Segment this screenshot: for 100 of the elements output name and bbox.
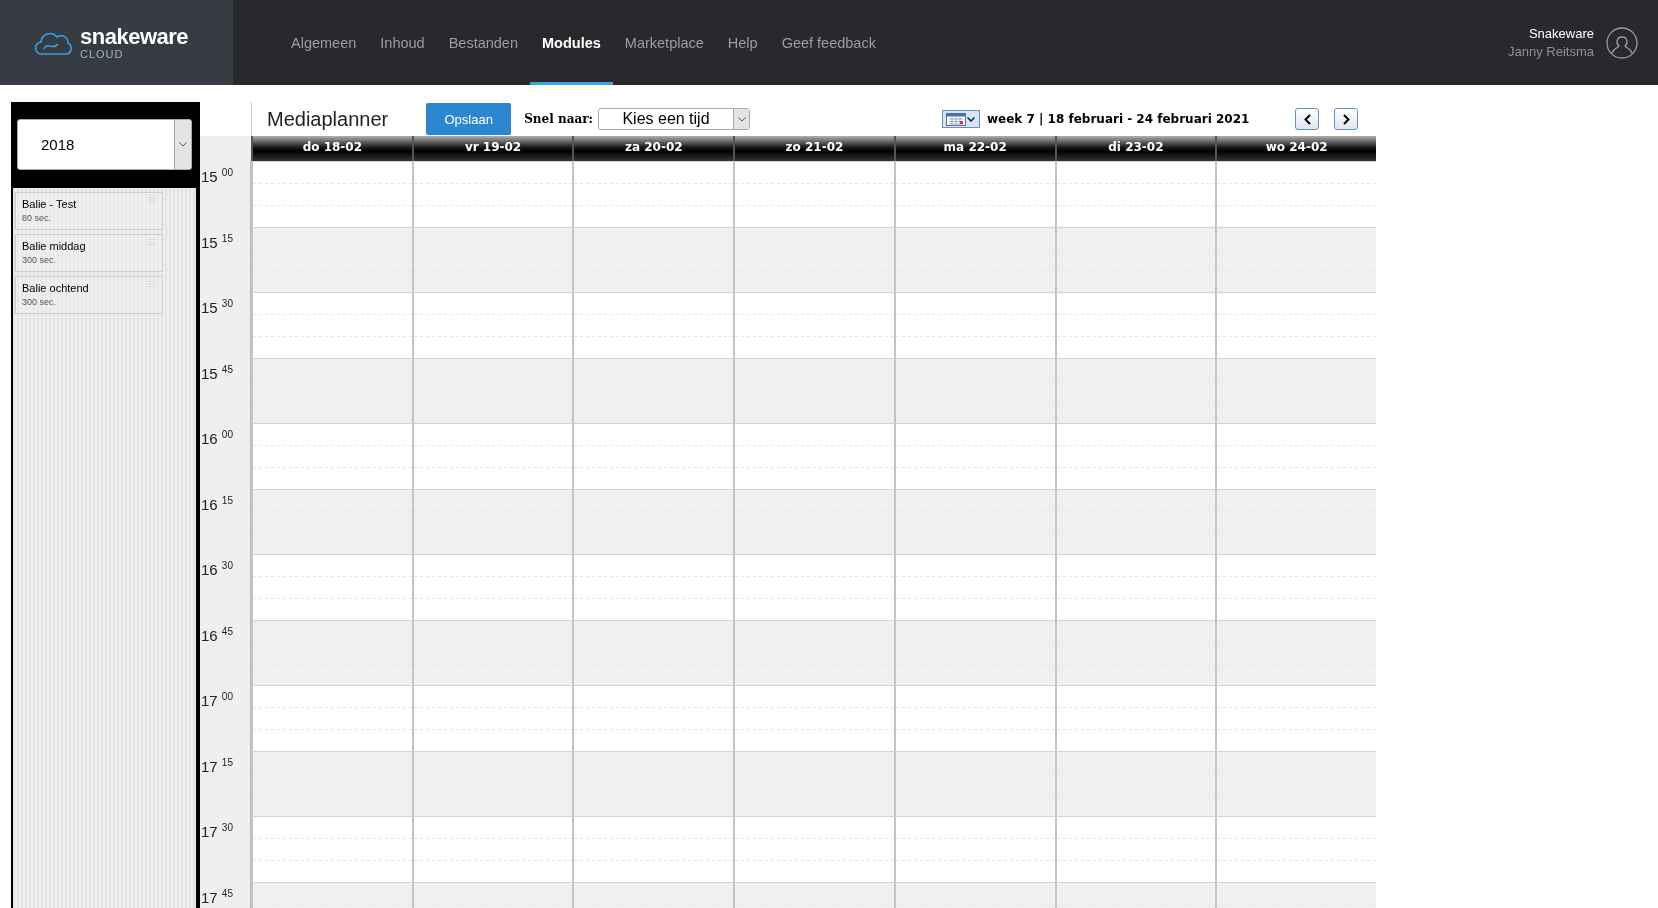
- time-slot[interactable]: [411, 816, 573, 882]
- time-slot[interactable]: [1215, 292, 1376, 358]
- time-slot[interactable]: [1054, 423, 1216, 489]
- time-slot[interactable]: [1215, 619, 1376, 685]
- time-slot[interactable]: [733, 619, 894, 685]
- time-slot[interactable]: [1215, 554, 1376, 620]
- time-slot[interactable]: [893, 226, 1055, 292]
- time-slot[interactable]: [572, 423, 734, 489]
- jump-label: Snel naar:: [524, 112, 593, 126]
- time-slot[interactable]: [572, 685, 734, 751]
- time-slot[interactable]: [411, 226, 573, 292]
- time-slot[interactable]: [1054, 488, 1216, 554]
- time-slot[interactable]: [572, 161, 734, 227]
- time-slot[interactable]: [251, 423, 412, 489]
- planner-title: Mediaplanner: [267, 107, 389, 131]
- time-slot[interactable]: [411, 619, 573, 685]
- media-item[interactable]: Balie - Test 80 sec.: [15, 192, 163, 230]
- time-slot[interactable]: [1054, 750, 1216, 816]
- time-slot[interactable]: [572, 816, 734, 882]
- time-slot[interactable]: [893, 161, 1055, 227]
- time-slot[interactable]: [893, 685, 1055, 751]
- time-slot[interactable]: [733, 554, 894, 620]
- time-slot[interactable]: [733, 816, 894, 882]
- time-slot[interactable]: [572, 750, 734, 816]
- time-slot[interactable]: [1215, 226, 1376, 292]
- time-slot[interactable]: [893, 488, 1055, 554]
- time-slot[interactable]: [411, 423, 573, 489]
- time-slot[interactable]: [1215, 423, 1376, 489]
- time-slot[interactable]: [733, 488, 894, 554]
- time-slot[interactable]: [1054, 816, 1216, 882]
- time-slot[interactable]: [251, 685, 412, 751]
- time-slot[interactable]: [733, 685, 894, 751]
- time-slot[interactable]: [251, 554, 412, 620]
- time-slot[interactable]: [1215, 488, 1376, 554]
- nav-tab[interactable]: Geef feedback: [769, 0, 888, 85]
- time-slot[interactable]: [411, 685, 573, 751]
- time-slot[interactable]: [251, 226, 412, 292]
- time-slot[interactable]: [1215, 685, 1376, 751]
- time-slot[interactable]: [1054, 685, 1216, 751]
- time-slot[interactable]: [893, 750, 1055, 816]
- day-header: do 18-02: [251, 136, 412, 161]
- time-slot[interactable]: [572, 488, 734, 554]
- time-slot[interactable]: [893, 816, 1055, 882]
- time-slot[interactable]: [572, 554, 734, 620]
- time-slot[interactable]: [251, 292, 412, 358]
- time-slot[interactable]: [572, 226, 734, 292]
- time-label: 15 $^{30}$: [200, 292, 251, 358]
- time-slot[interactable]: [1054, 619, 1216, 685]
- time-slot[interactable]: [251, 816, 412, 882]
- nav-tab[interactable]: Modules: [530, 0, 613, 85]
- nav-tab[interactable]: Algemeen: [279, 0, 369, 85]
- day-header: wo 24-02: [1215, 136, 1376, 161]
- media-item[interactable]: Balie middag 300 sec.: [15, 234, 163, 272]
- time-select[interactable]: Kies een tijd: [598, 108, 750, 130]
- time-slot[interactable]: [1054, 554, 1216, 620]
- nav-tab[interactable]: Bestanden: [436, 0, 530, 85]
- time-slot[interactable]: [411, 292, 573, 358]
- time-slot[interactable]: [411, 750, 573, 816]
- time-slot[interactable]: [572, 292, 734, 358]
- time-slot[interactable]: [1054, 357, 1216, 423]
- save-button[interactable]: Opslaan: [426, 103, 512, 135]
- time-slot[interactable]: [733, 161, 894, 227]
- time-slot[interactable]: [411, 554, 573, 620]
- time-slot[interactable]: [893, 619, 1055, 685]
- time-slot[interactable]: [733, 357, 894, 423]
- time-slot[interactable]: [572, 619, 734, 685]
- time-slot[interactable]: [733, 292, 894, 358]
- nav-tab[interactable]: Marketplace: [612, 0, 716, 85]
- time-slot[interactable]: [251, 357, 412, 423]
- time-slot[interactable]: [733, 226, 894, 292]
- time-slot[interactable]: [1215, 357, 1376, 423]
- previous-week-button[interactable]: [1295, 108, 1319, 130]
- time-slot[interactable]: [251, 161, 412, 227]
- user-avatar-icon[interactable]: [1606, 26, 1638, 59]
- nav-tab[interactable]: Help: [715, 0, 770, 85]
- time-slot[interactable]: [1215, 161, 1376, 227]
- time-slot[interactable]: [1215, 816, 1376, 882]
- time-slot[interactable]: [411, 161, 573, 227]
- time-slot[interactable]: [893, 292, 1055, 358]
- time-slot[interactable]: [572, 357, 734, 423]
- time-slot[interactable]: [893, 357, 1055, 423]
- time-slot[interactable]: [251, 488, 412, 554]
- nav-tab[interactable]: Inhoud: [368, 0, 437, 85]
- time-slot[interactable]: [1215, 750, 1376, 816]
- calendar-picker[interactable]: [942, 110, 980, 128]
- time-slot[interactable]: [251, 619, 412, 685]
- time-slot[interactable]: [411, 488, 573, 554]
- logo-area[interactable]: snakeware CLOUD: [0, 0, 233, 85]
- time-slot[interactable]: [733, 423, 894, 489]
- media-item[interactable]: Balie ochtend 300 sec.: [15, 276, 163, 314]
- time-slot[interactable]: [733, 750, 894, 816]
- time-slot[interactable]: [1054, 161, 1216, 227]
- time-slot[interactable]: [1054, 226, 1216, 292]
- time-slot[interactable]: [1054, 292, 1216, 358]
- next-week-button[interactable]: [1334, 108, 1358, 130]
- time-slot[interactable]: [893, 423, 1055, 489]
- time-slot[interactable]: [251, 750, 412, 816]
- time-slot[interactable]: [893, 554, 1055, 620]
- year-select[interactable]: 2018: [17, 119, 192, 170]
- time-slot[interactable]: [411, 357, 573, 423]
